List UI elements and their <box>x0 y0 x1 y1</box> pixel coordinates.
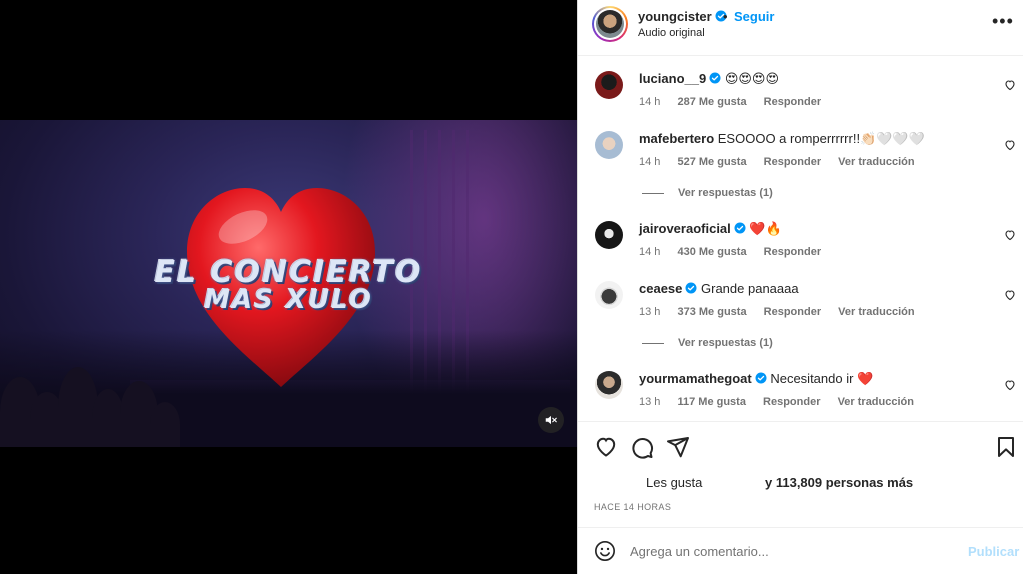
comment-item: yourmamathegoat Necesitando ir ❤️ 13 h 1… <box>578 357 1023 408</box>
commenter-username[interactable]: ceaese <box>639 281 682 296</box>
comment-text: ❤️🔥 <box>749 221 782 236</box>
post-comment-button[interactable]: Publicar <box>968 544 1019 559</box>
video-title-line2: MAS XULO <box>204 285 373 315</box>
header-separator: • <box>723 9 728 24</box>
comment-meta: 13 h 117 Me gusta Responder Ver traducci… <box>639 396 928 408</box>
comment-time[interactable]: 14 h <box>639 156 660 168</box>
commenter-avatar[interactable] <box>595 71 623 99</box>
reply-button[interactable]: Responder <box>763 396 820 408</box>
commenter-username[interactable]: yourmamathegoat <box>639 371 752 386</box>
comment-likes[interactable]: 373 Me gusta <box>677 306 746 318</box>
comment-text: ESOOOO a romperrrrrr!!👏🏻🤍🤍🤍 <box>717 131 925 146</box>
replies-divider <box>642 192 664 194</box>
comment-text: Grande panaaaa <box>701 281 799 296</box>
comment-meta: 14 h 430 Me gusta Responder <box>639 246 835 258</box>
reply-button[interactable]: Responder <box>764 96 821 108</box>
comment-line: luciano__9 😍😍😍😍 <box>639 71 779 87</box>
more-options-icon[interactable]: ••• <box>992 12 1014 32</box>
speaker-muted-icon <box>545 415 557 425</box>
translate-button[interactable]: Ver traducción <box>838 396 914 408</box>
commenter-avatar[interactable] <box>595 371 623 399</box>
media-pane: EL CONCIERTO MAS XULO <box>0 0 577 574</box>
comments-list: luciano__9 😍😍😍😍 14 h 287 Me gusta Respon… <box>578 57 1023 421</box>
likes-count-label[interactable]: y 113,809 personas más <box>765 475 913 490</box>
bookmark-icon[interactable] <box>994 435 1018 459</box>
view-replies-label: Ver respuestas (1) <box>678 187 773 199</box>
verified-badge-icon <box>755 372 767 384</box>
comment-likes[interactable]: 430 Me gusta <box>677 246 746 258</box>
comment-item: mafebertero ESOOOO a romperrrrrr!!👏🏻🤍🤍🤍 … <box>578 117 1023 168</box>
comment-time[interactable]: 14 h <box>639 246 660 258</box>
reply-button[interactable]: Responder <box>764 306 821 318</box>
comment-text: Necesitando ir ❤️ <box>770 371 874 386</box>
comment-meta: 14 h 527 Me gusta Responder Ver traducci… <box>639 156 929 168</box>
comment-text: 😍😍😍😍 <box>724 71 780 86</box>
author-avatar[interactable] <box>592 6 628 42</box>
mute-toggle-button[interactable] <box>538 407 564 433</box>
author-username[interactable]: youngcister <box>638 9 712 24</box>
verified-badge-icon <box>709 72 721 84</box>
author-username-row: youngcister <box>638 9 727 24</box>
heart-outline-icon[interactable] <box>1004 379 1016 391</box>
view-replies-button[interactable]: Ver respuestas (1) <box>642 187 773 203</box>
post-header: youngcister • Seguir Audio original ••• <box>578 0 1023 56</box>
heart-outline-icon[interactable] <box>594 435 618 459</box>
post-timestamp[interactable]: Hace 14 horas <box>594 502 671 512</box>
commenter-avatar[interactable] <box>595 281 623 309</box>
comment-time[interactable]: 14 h <box>639 96 660 108</box>
post-side-panel: youngcister • Seguir Audio original ••• … <box>577 0 1023 574</box>
heart-outline-icon[interactable] <box>1004 229 1016 241</box>
reply-button[interactable]: Responder <box>764 156 821 168</box>
translate-button[interactable]: Ver traducción <box>838 156 914 168</box>
commenter-avatar[interactable] <box>595 221 623 249</box>
comment-likes[interactable]: 527 Me gusta <box>677 156 746 168</box>
video-player[interactable]: EL CONCIERTO MAS XULO <box>0 120 577 447</box>
comment-likes[interactable]: 117 Me gusta <box>677 396 745 408</box>
commenter-username[interactable]: luciano__9 <box>639 71 706 86</box>
heart-outline-icon[interactable] <box>1004 79 1016 91</box>
view-replies-button[interactable]: Ver respuestas (1) <box>642 337 773 353</box>
reply-button[interactable]: Responder <box>764 246 821 258</box>
emoji-icon[interactable] <box>594 540 616 562</box>
comment-meta: 14 h 287 Me gusta Responder <box>639 96 835 108</box>
comment-time[interactable]: 13 h <box>639 306 660 318</box>
share-icon[interactable] <box>666 435 690 459</box>
comment-likes[interactable]: 287 Me gusta <box>677 96 746 108</box>
comment-icon[interactable] <box>630 435 654 459</box>
comment-input[interactable] <box>630 538 960 564</box>
comment-line: mafebertero ESOOOO a romperrrrrr!!👏🏻🤍🤍🤍 <box>639 131 925 147</box>
heart-outline-icon[interactable] <box>1004 289 1016 301</box>
comment-meta: 13 h 373 Me gusta Responder Ver traducci… <box>639 306 929 318</box>
comment-time[interactable]: 13 h <box>639 396 660 408</box>
commenter-username[interactable]: mafebertero <box>639 131 714 146</box>
commenter-username[interactable]: jairoveraoficial <box>639 221 731 236</box>
comment-line: ceaese Grande panaaaa <box>639 281 799 296</box>
liked-by-label[interactable]: Les gusta <box>646 475 702 490</box>
comment-line: jairoveraoficial ❤️🔥 <box>639 221 782 237</box>
audio-label[interactable]: Audio original <box>638 27 705 39</box>
commenter-avatar[interactable] <box>595 131 623 159</box>
translate-button[interactable]: Ver traducción <box>838 306 914 318</box>
verified-badge-icon <box>685 282 697 294</box>
view-replies-label: Ver respuestas (1) <box>678 337 773 349</box>
comment-item: ceaese Grande panaaaa 13 h 373 Me gusta … <box>578 267 1023 318</box>
verified-badge-icon <box>734 222 746 234</box>
follow-button[interactable]: Seguir <box>734 9 774 24</box>
replies-divider <box>642 342 664 344</box>
heart-outline-icon[interactable] <box>1004 139 1016 151</box>
add-comment-bar: Publicar <box>578 527 1023 574</box>
comment-item: jairoveraoficial ❤️🔥 14 h 430 Me gusta R… <box>578 207 1023 258</box>
comment-item: luciano__9 😍😍😍😍 14 h 287 Me gusta Respon… <box>578 57 1023 108</box>
post-actions: Les gusta y 113,809 personas más Hace 14… <box>578 421 1023 526</box>
comment-line: yourmamathegoat Necesitando ir ❤️ <box>639 371 873 387</box>
